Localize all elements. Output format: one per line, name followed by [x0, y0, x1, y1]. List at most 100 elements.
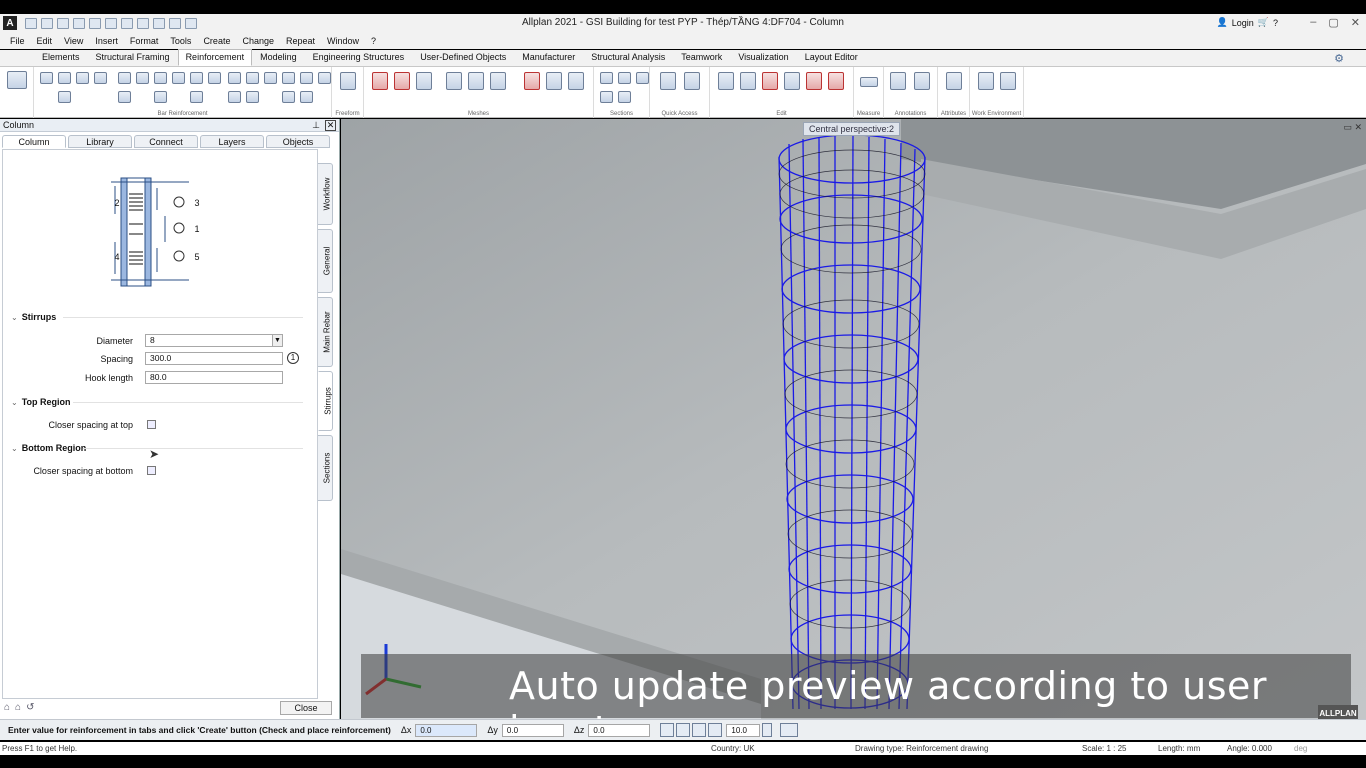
menu-item[interactable]: Window — [327, 36, 359, 46]
tab-column[interactable]: Column — [2, 135, 66, 148]
rebar-tool-icon[interactable] — [228, 72, 241, 84]
mesh-icon[interactable] — [490, 72, 506, 90]
snap-icon[interactable] — [660, 723, 675, 737]
info-icon[interactable]: 1 — [287, 352, 299, 364]
section-stirrups[interactable]: Stirrups — [11, 312, 57, 322]
side-tab-stirrups[interactable]: Stirrups — [318, 371, 333, 431]
rebar-tool-icon[interactable] — [246, 91, 259, 103]
menu-item[interactable]: Create — [203, 36, 230, 46]
tab-layout-editor[interactable]: Layout Editor — [797, 49, 866, 66]
section-bottom-region[interactable]: Bottom Region — [11, 443, 87, 453]
tab-modeling[interactable]: Modeling — [252, 49, 305, 66]
menu-item[interactable]: Tools — [170, 36, 191, 46]
tab-teamwork[interactable]: Teamwork — [673, 49, 730, 66]
section-icon[interactable] — [618, 72, 631, 84]
rebar-tool-icon[interactable] — [300, 72, 313, 84]
tab-elements[interactable]: Elements — [34, 49, 88, 66]
chevron-down-icon[interactable] — [762, 723, 773, 737]
tab-visualization[interactable]: Visualization — [730, 49, 796, 66]
menu-item[interactable]: ? — [371, 36, 376, 46]
rebar-tool-icon[interactable] — [190, 72, 203, 84]
section-icon[interactable] — [600, 91, 613, 103]
tab-reinforcement[interactable]: Reinforcement — [177, 49, 253, 66]
tab-structural-analysis[interactable]: Structural Analysis — [583, 49, 673, 66]
closer-spacing-top-checkbox[interactable] — [147, 420, 156, 429]
tab-engineering-structures[interactable]: Engineering Structures — [305, 49, 413, 66]
hatch-icon[interactable] — [684, 72, 700, 90]
reset-icon[interactable]: ↺ — [26, 702, 34, 713]
spacing-input[interactable]: 300.0 — [145, 352, 283, 365]
rebar-tool-icon[interactable] — [118, 72, 131, 84]
rebar-tool-icon[interactable] — [190, 91, 203, 103]
menu-item[interactable]: Insert — [95, 36, 118, 46]
track-icon[interactable] — [676, 723, 691, 737]
length-text[interactable]: Length: mm — [1158, 744, 1200, 753]
rebar-tool-icon[interactable] — [282, 72, 295, 84]
rebar-tool-icon[interactable] — [318, 72, 331, 84]
menu-item[interactable]: Format — [130, 36, 159, 46]
chevron-down-icon[interactable]: ▼ — [272, 335, 282, 346]
text-icon[interactable] — [890, 72, 906, 90]
stretch-tool-icon[interactable] — [806, 72, 822, 90]
tab-user-defined-objects[interactable]: User-Defined Objects — [412, 49, 514, 66]
gear-icon[interactable]: ⚙ — [1334, 52, 1344, 65]
tab-connect[interactable]: Connect — [134, 135, 198, 148]
rebar-tool-icon[interactable] — [58, 72, 71, 84]
minimize-icon[interactable]: – — [1310, 16, 1316, 29]
tab-manufacturer[interactable]: Manufacturer — [514, 49, 583, 66]
dz-input[interactable]: 0.0 — [588, 723, 651, 737]
dy-input[interactable]: 0.0 — [501, 723, 564, 737]
label-icon[interactable] — [914, 72, 930, 90]
menu-item[interactable]: View — [64, 36, 83, 46]
rotate-tool-icon[interactable] — [784, 72, 800, 90]
rebar-tool-icon[interactable] — [76, 72, 89, 84]
mesh-icon[interactable] — [524, 72, 540, 90]
copy-tool-icon[interactable] — [718, 72, 734, 90]
work-environment-icon[interactable] — [978, 72, 994, 90]
rebar-tool-icon[interactable] — [300, 91, 313, 103]
3d-viewport[interactable]: Central perspective:2 ▭ ✕ Auto update pr… — [341, 119, 1366, 719]
closer-spacing-bottom-checkbox[interactable] — [147, 466, 156, 475]
close-button[interactable]: Close — [280, 701, 332, 715]
tab-layers[interactable]: Layers — [200, 135, 264, 148]
menu-item[interactable]: Edit — [37, 36, 53, 46]
cart-icon[interactable]: 🛒 — [1258, 17, 1269, 28]
mesh-icon[interactable] — [546, 72, 562, 90]
work-environment-icon[interactable] — [1000, 72, 1016, 90]
mesh-icon[interactable] — [372, 72, 388, 90]
ortho-icon[interactable] — [708, 723, 723, 737]
mesh-icon[interactable] — [394, 72, 410, 90]
favorites-icon[interactable]: ⌂ — [4, 702, 10, 713]
freeform-icon[interactable] — [340, 72, 356, 90]
menu-item[interactable]: File — [10, 36, 25, 46]
rebar-tool-icon[interactable] — [246, 72, 259, 84]
mesh-icon[interactable] — [468, 72, 484, 90]
help-icon[interactable]: ? — [1273, 18, 1278, 28]
viewport-controls[interactable]: ▭ ✕ — [1343, 122, 1362, 133]
rebar-tool-icon[interactable] — [154, 72, 167, 84]
rebar-tool-icon[interactable] — [154, 91, 167, 103]
section-icon[interactable] — [618, 91, 631, 103]
tab-structural-framing[interactable]: Structural Framing — [88, 49, 178, 66]
rebar-tool-icon[interactable] — [264, 72, 277, 84]
pin-icon[interactable]: ⊥ — [312, 119, 320, 132]
rebar-tool-icon[interactable] — [208, 72, 221, 84]
angle-text[interactable]: Angle: 0.000 — [1227, 744, 1272, 753]
login-area[interactable]: 👤 Login 🛒 ? — [1217, 17, 1278, 28]
attributes-icon[interactable] — [946, 72, 962, 90]
rebar-tool-icon[interactable] — [58, 91, 71, 103]
menu-item[interactable]: Repeat — [286, 36, 315, 46]
rebar-tool-icon[interactable] — [40, 72, 53, 84]
mesh-icon[interactable] — [446, 72, 462, 90]
dx-input[interactable]: 0.0 — [415, 723, 478, 737]
diameter-select[interactable]: 8 ▼ — [145, 334, 283, 347]
mesh-icon[interactable] — [568, 72, 584, 90]
section-icon[interactable] — [636, 72, 649, 84]
close-icon[interactable]: ✕ — [325, 120, 336, 131]
maximize-icon[interactable]: ▢ — [1328, 16, 1338, 29]
measure-icon[interactable] — [860, 77, 878, 87]
rebar-tool-icon[interactable] — [94, 72, 107, 84]
view-label[interactable]: Central perspective:2 — [803, 122, 901, 136]
side-tab-general[interactable]: General — [318, 229, 333, 293]
save-favorite-icon[interactable]: ⌂ — [15, 702, 21, 713]
